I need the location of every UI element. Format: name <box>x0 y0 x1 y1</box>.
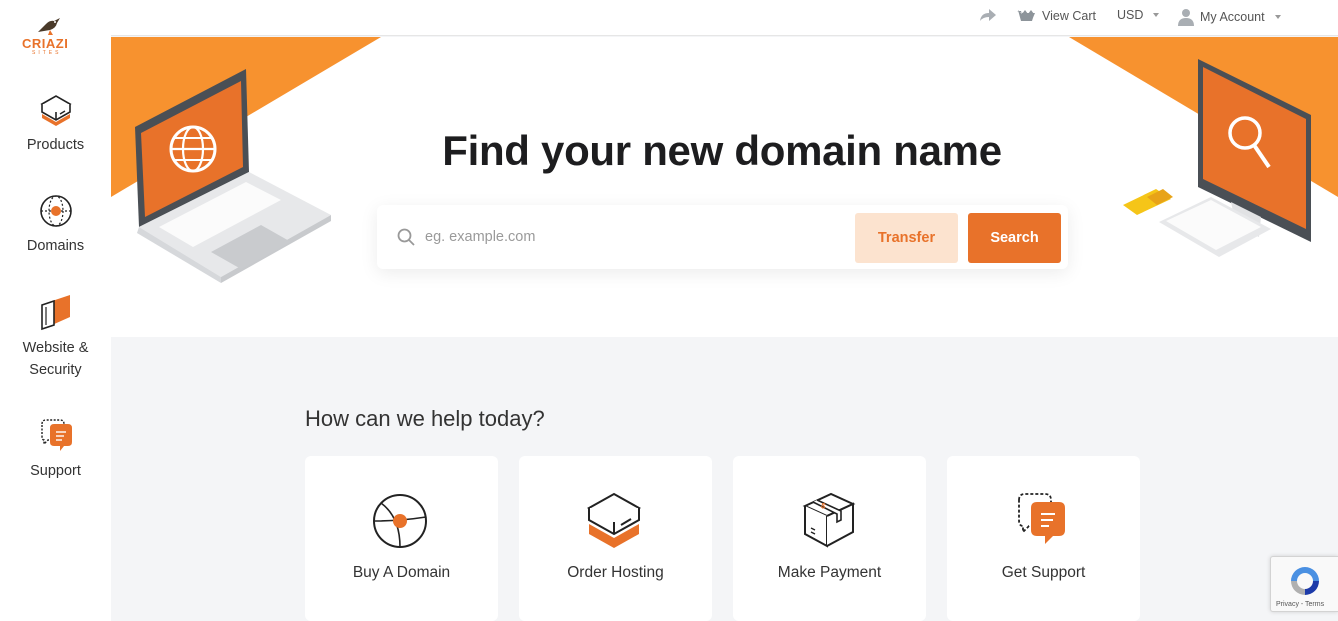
server-box-icon <box>39 95 72 126</box>
view-cart-link[interactable]: View Cart <box>1016 8 1096 24</box>
bird-logo-icon <box>38 18 60 35</box>
server-box-icon <box>586 492 642 548</box>
card-label: Get Support <box>1001 564 1086 581</box>
domain-search-input[interactable] <box>425 223 845 251</box>
brand-subtitle: SITES <box>32 50 62 56</box>
help-heading: How can we help today? <box>305 406 545 431</box>
currency-dropdown[interactable]: USD <box>1117 8 1160 22</box>
search-icon <box>397 228 415 246</box>
top-navbar: View Cart USD My Account <box>111 0 1338 36</box>
share-arrow-icon <box>980 9 996 21</box>
chat-bubbles-icon <box>1018 493 1065 544</box>
chevron-down-icon <box>1274 15 1281 19</box>
sidebar-item-domains[interactable]: Domains <box>0 193 111 257</box>
user-icon <box>1178 9 1194 26</box>
cart-basket-icon <box>1017 10 1035 21</box>
domain-search-box: Transfer Search <box>377 205 1068 269</box>
hero-title: Find your new domain name <box>442 127 1002 174</box>
sidebar-item-label-line2: Security <box>29 362 82 378</box>
sidebar-item-products[interactable]: Products <box>0 92 111 156</box>
shield-book-icon <box>40 295 70 331</box>
search-button[interactable]: Search <box>968 213 1061 263</box>
chevron-down-icon <box>1153 13 1160 17</box>
package-box-icon: $ <box>802 492 856 548</box>
buy-domain-card[interactable]: Buy A Domain <box>305 456 498 621</box>
sidebar-item-support[interactable]: Support <box>0 418 111 482</box>
sidebar-item-label: Products <box>26 137 85 153</box>
make-payment-card[interactable]: $ Make Payment <box>733 456 926 621</box>
sidebar-item-label: Domains <box>26 238 85 254</box>
hero-banner: Find your new domain name Transfer Searc… <box>111 37 1338 337</box>
card-label: Buy A Domain <box>352 564 451 581</box>
order-hosting-card[interactable]: Order Hosting <box>519 456 712 621</box>
brand-name: CRIAZI <box>22 36 69 51</box>
get-support-card[interactable]: Get Support <box>947 456 1140 621</box>
share-link[interactable] <box>979 8 997 22</box>
my-account-dropdown[interactable]: My Account <box>1178 8 1281 26</box>
transfer-button[interactable]: Transfer <box>855 213 958 263</box>
view-cart-label: View Cart <box>1042 9 1096 23</box>
globe-icon <box>39 195 72 227</box>
card-label: Make Payment <box>777 564 882 581</box>
my-account-label: My Account <box>1200 10 1265 24</box>
sidebar-item-label: Support <box>30 463 81 479</box>
sidebar-item-label: Website & <box>22 340 89 356</box>
hero-background-illustration <box>111 37 1338 283</box>
recaptcha-icon <box>1291 567 1319 595</box>
currency-label: USD <box>1117 8 1144 22</box>
recaptcha-badge[interactable]: Privacy - Terms <box>1270 556 1338 612</box>
recaptcha-privacy-terms: Privacy - Terms <box>1276 601 1325 608</box>
brand-logo[interactable]: CRIAZI SITES <box>20 14 78 58</box>
chat-bubbles-icon <box>40 419 72 451</box>
card-label: Order Hosting <box>567 564 664 581</box>
globe-icon <box>373 494 427 548</box>
sidebar: CRIAZI SITES Products Domains Website & … <box>0 0 111 621</box>
sidebar-item-website-security[interactable]: Website & Security <box>0 295 111 381</box>
